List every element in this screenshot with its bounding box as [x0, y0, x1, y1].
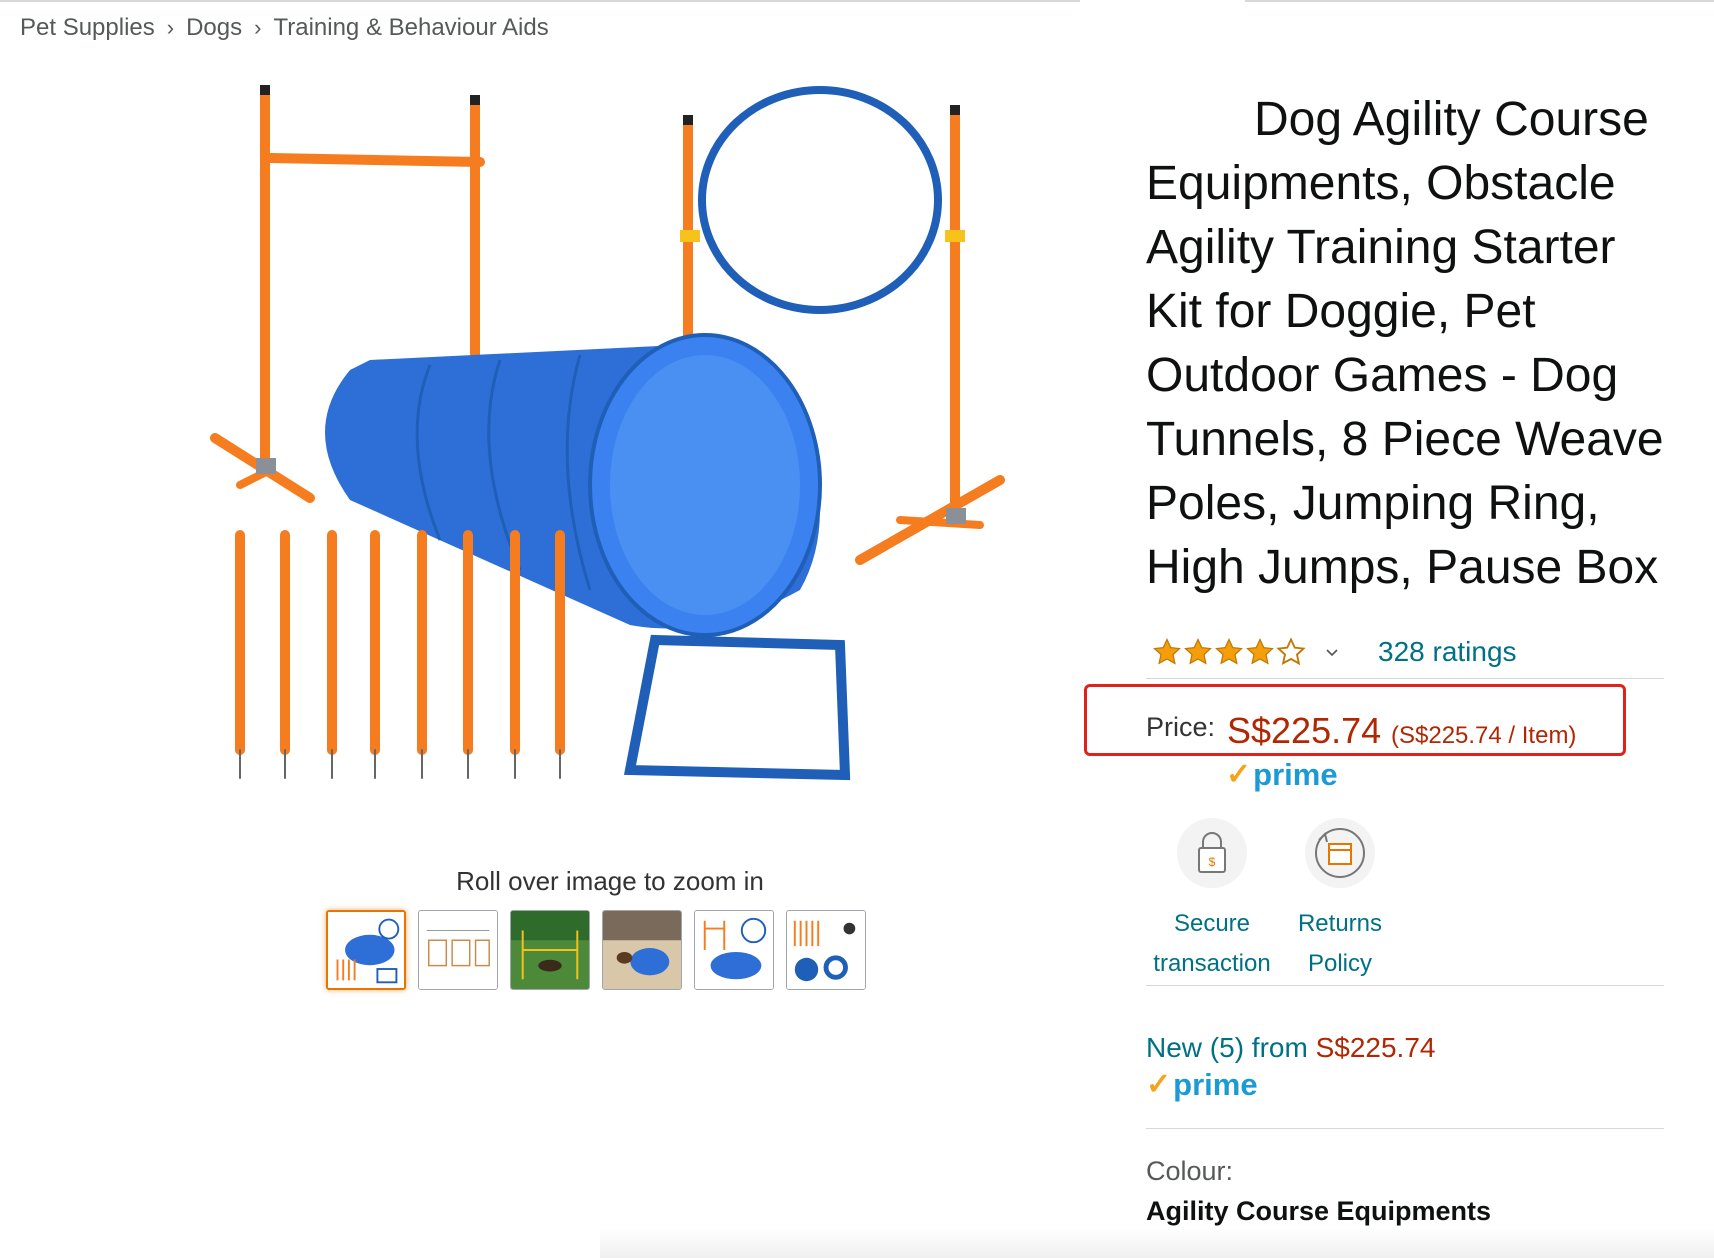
pause-box	[623, 634, 851, 781]
star-rating[interactable]	[1152, 637, 1306, 667]
new-offers-link[interactable]: New (5) from S$225.74	[1146, 1032, 1435, 1064]
price-amount: S$225.74	[1227, 710, 1382, 751]
breadcrumb: Pet Supplies › Dogs › Training & Behavio…	[20, 14, 549, 42]
breadcrumb-pet-supplies[interactable]: Pet Supplies	[20, 14, 155, 42]
agility-kit-illustration	[210, 85, 1005, 781]
thumbnail-3[interactable]	[510, 910, 590, 990]
secure-transaction-link[interactable]: Secure transaction	[1142, 904, 1282, 984]
new-offers-price: S$225.74	[1315, 1032, 1436, 1063]
star-filled-icon	[1215, 638, 1243, 665]
secure-line1: Secure	[1173, 910, 1251, 937]
thumbnail-1[interactable]	[326, 910, 406, 990]
star-filled-icon	[1246, 638, 1274, 665]
colour-value: Agility Course Equipments	[1146, 1196, 1492, 1226]
returns-line1: Returns	[1297, 910, 1383, 937]
prime-badge[interactable]: ✓ prime	[1226, 757, 1338, 792]
product-title: Dog Agility Course Equipments, Obstacle …	[1146, 93, 1664, 594]
breadcrumb-separator-icon: ›	[254, 15, 262, 40]
divider	[1146, 1128, 1664, 1129]
chevron-down-icon[interactable]	[1324, 644, 1340, 660]
new-offers-label: New (5) from	[1146, 1032, 1316, 1063]
agility-tunnel	[325, 333, 822, 637]
top-border-left	[0, 0, 1080, 2]
secure-line2: transaction	[1153, 950, 1271, 977]
breadcrumb-dogs[interactable]: Dogs	[186, 14, 242, 42]
thumbnail-2[interactable]	[418, 910, 498, 990]
bottom-shadow	[600, 1228, 1714, 1258]
price-label: Price:	[1146, 712, 1216, 742]
top-border-right	[1245, 0, 1714, 2]
colour-label: Colour:	[1146, 1156, 1234, 1186]
svg-text:$: $	[1209, 855, 1216, 869]
breadcrumb-training-aids[interactable]: Training & Behaviour Aids	[273, 14, 548, 42]
returns-policy-icon[interactable]	[1305, 818, 1375, 888]
star-filled-icon	[1184, 638, 1212, 665]
prime-badge[interactable]: ✓ prime	[1146, 1067, 1258, 1102]
divider	[1146, 678, 1664, 679]
weave-poles	[235, 530, 565, 779]
thumbnail-4[interactable]	[602, 910, 682, 990]
returns-line2: Policy	[1307, 950, 1373, 977]
prime-label: prime	[1253, 757, 1338, 792]
star-filled-icon	[1153, 638, 1181, 665]
star-empty-icon	[1276, 637, 1306, 666]
thumbnail-strip	[326, 910, 866, 990]
prime-label: prime	[1173, 1067, 1258, 1102]
ratings-count-link[interactable]: 328 ratings	[1378, 636, 1517, 668]
main-product-image[interactable]	[200, 80, 1010, 860]
prime-check-icon: ✓	[1146, 1068, 1172, 1101]
thumbnail-6[interactable]	[786, 910, 866, 990]
returns-policy-link[interactable]: Returns Policy	[1270, 904, 1410, 984]
prime-check-icon: ✓	[1226, 758, 1252, 791]
price-per-unit: (S$225.74 / Item)	[1391, 722, 1577, 749]
divider	[1146, 985, 1664, 986]
zoom-hint: Roll over image to zoom in	[456, 866, 764, 896]
breadcrumb-separator-icon: ›	[166, 15, 175, 40]
rating-row: 328 ratings	[1152, 636, 1517, 668]
thumbnail-5[interactable]	[694, 910, 774, 990]
secure-transaction-icon[interactable]: $	[1177, 818, 1247, 888]
